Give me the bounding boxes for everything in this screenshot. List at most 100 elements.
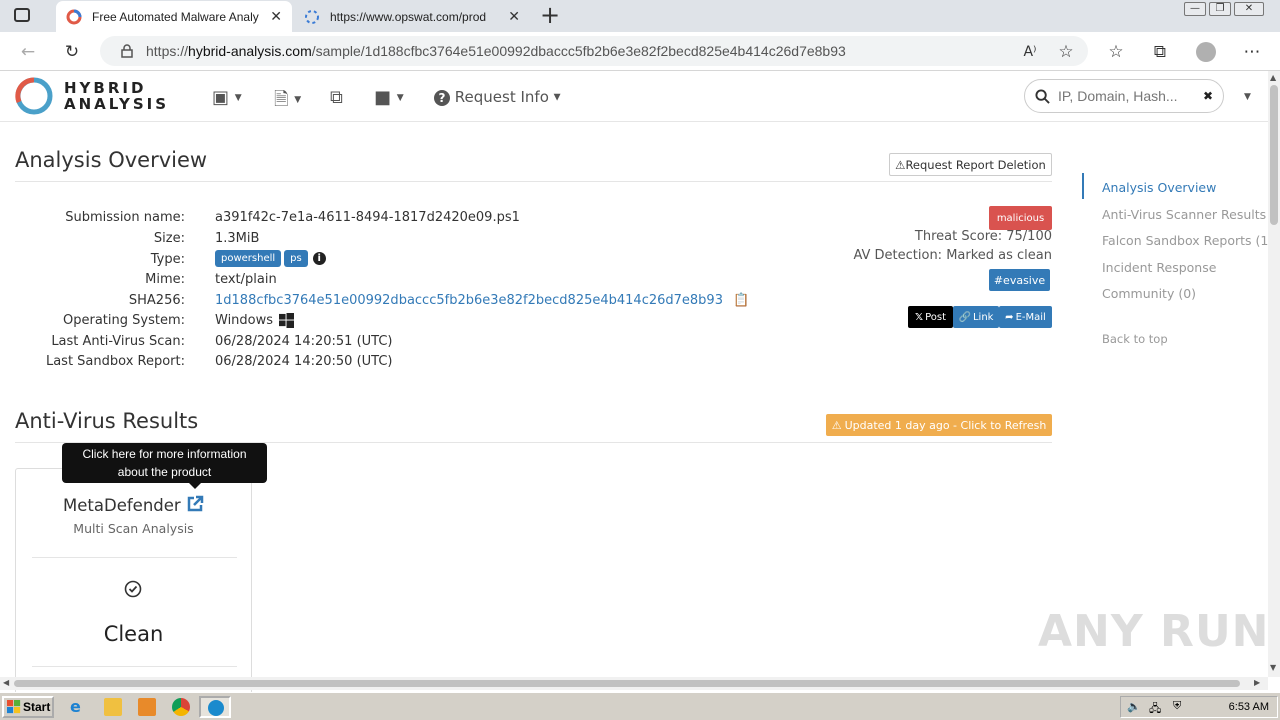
hybrid-analysis-logo-icon[interactable] <box>14 76 54 116</box>
copy-menu[interactable]: ⧉ <box>330 87 343 108</box>
type-value: powershell ps i <box>215 250 326 267</box>
back-to-top-link[interactable]: Back to top <box>1102 332 1168 346</box>
scroll-left-arrow[interactable]: ◀ <box>3 678 9 687</box>
refresh-button[interactable]: ⚠ Updated 1 day ago - Click to Refresh <box>826 414 1052 436</box>
tag-evasive[interactable]: #evasive <box>989 269 1050 291</box>
request-info-label: Request Info <box>454 88 549 106</box>
product-title[interactable]: MetaDefender <box>16 495 251 515</box>
browser-tab-bar: Free Automated Malware Analy ✕ https://w… <box>0 0 1280 32</box>
new-tab-button[interactable]: + <box>540 2 560 28</box>
logo-line1: HYBRID <box>64 79 147 97</box>
tab-title: Free Automated Malware Analy <box>92 9 259 24</box>
divider <box>15 181 1052 182</box>
lock-icon <box>121 44 133 58</box>
scroll-thumb[interactable] <box>14 680 1240 687</box>
request-deletion-button[interactable]: ⚠ Request Report Deletion <box>889 153 1052 176</box>
url-field[interactable]: https://hybrid-analysis.com/sample/1d188… <box>100 36 1088 66</box>
size-value: 1.3MiB <box>215 231 260 246</box>
info-icon[interactable]: i <box>312 252 326 265</box>
tab-opswat[interactable]: https://www.opswat.com/prod ✕ <box>294 1 530 32</box>
warning-icon: ⚠ <box>831 418 842 432</box>
favorites-icon[interactable]: ☆ <box>1104 40 1128 64</box>
chevron-down-icon: ▼ <box>553 92 561 103</box>
request-info-menu[interactable]: ? Request Info ▼ <box>434 88 561 106</box>
media-player-icon[interactable] <box>138 698 156 716</box>
read-aloud-icon[interactable]: A⁾ <box>1018 40 1042 64</box>
mime-label: Mime: <box>145 272 185 287</box>
start-button[interactable]: Start <box>2 696 54 718</box>
tab-actions-icon[interactable] <box>14 8 30 22</box>
hybrid-analysis-favicon <box>66 9 82 24</box>
url-scheme: https:// <box>146 43 189 59</box>
sha256-link[interactable]: 1d188cfbc3764e51e00992dbaccc5fb2b6e3e82f… <box>215 293 749 308</box>
search-field[interactable]: IP, Domain, Hash... ✖ <box>1024 79 1224 113</box>
sha256-value[interactable]: 1d188cfbc3764e51e00992dbaccc5fb2b6e3e82f… <box>215 293 723 308</box>
external-link-icon[interactable] <box>186 495 204 513</box>
sidenav-analysis-overview[interactable]: Analysis Overview <box>1102 180 1216 195</box>
product-info-tooltip: Click here for more information about th… <box>62 443 267 483</box>
folder-menu[interactable]: ■ ▼ <box>374 87 404 108</box>
submit-menu[interactable]: 🗎 ▼ <box>274 87 301 117</box>
sidenav-av-scanner-results[interactable]: Anti-Virus Scanner Results <box>1102 207 1266 222</box>
chevron-down-icon: ▼ <box>396 93 404 103</box>
tab-hybrid-analysis[interactable]: Free Automated Malware Analy ✕ <box>56 1 292 32</box>
sandbox-menu[interactable]: ▣ ▼ <box>212 87 242 108</box>
refresh-icon[interactable]: ↻ <box>60 40 84 64</box>
close-tab-icon[interactable]: ✕ <box>508 8 520 25</box>
profile-avatar[interactable] <box>1194 40 1218 64</box>
back-icon[interactable]: ← <box>16 40 40 64</box>
explorer-icon[interactable] <box>104 698 122 716</box>
windows-flag-icon <box>7 700 21 714</box>
sidenav-falcon-sandbox[interactable]: Falcon Sandbox Reports (1) <box>1102 233 1273 248</box>
antivirus-title: Anti-Virus Results <box>15 409 199 433</box>
clipboard-icon[interactable]: 📋 <box>733 293 749 308</box>
product-name[interactable]: MetaDefender <box>63 496 181 515</box>
site-header: HYBRID ANALYSIS ▣ ▼ 🗎 ▼ ⧉ ■ ▼ ? Request … <box>0 71 1268 122</box>
os-name: Windows <box>215 313 274 328</box>
clear-search-icon[interactable]: ✖ <box>1203 89 1213 103</box>
check-circle-icon <box>124 580 142 598</box>
restore-button[interactable]: ❐ <box>1209 2 1231 16</box>
chrome-icon[interactable] <box>172 698 190 716</box>
scroll-thumb[interactable] <box>1270 85 1278 225</box>
url-domain: hybrid-analysis.com <box>188 43 312 59</box>
sidenav-community[interactable]: Community (0) <box>1102 286 1196 301</box>
scroll-right-arrow[interactable]: ▶ <box>1254 678 1260 687</box>
share-email-label: E-Mail <box>1015 311 1046 323</box>
file-upload-icon: 🗎 <box>274 89 289 110</box>
mime-value: text/plain <box>215 272 277 287</box>
type-badge-ps[interactable]: ps <box>284 250 308 267</box>
os-label: Operating System: <box>63 313 185 328</box>
x-logo-icon: 𝕏 <box>915 311 924 323</box>
minimize-button[interactable]: — <box>1184 2 1206 16</box>
shield-icon[interactable]: ⛨ <box>1173 700 1181 713</box>
ie-icon[interactable]: e <box>70 698 88 716</box>
scroll-up-arrow[interactable]: ▲ <box>1270 73 1276 82</box>
divider <box>32 557 237 558</box>
share-icon: ➦ <box>1005 311 1014 323</box>
add-favorite-icon[interactable]: ☆ <box>1054 40 1078 64</box>
share-post-button[interactable]: 𝕏 Post <box>908 306 953 328</box>
edge-taskbar-button[interactable] <box>199 696 231 718</box>
question-circle-icon: ? <box>434 90 450 106</box>
share-link-button[interactable]: 🔗 Link <box>953 306 999 328</box>
close-window-button[interactable]: ✕ <box>1234 2 1264 16</box>
volume-icon[interactable]: 🔈 <box>1127 700 1141 713</box>
vertical-scrollbar[interactable]: ▲ ▼ <box>1268 71 1280 677</box>
sha256-label: SHA256: <box>128 293 185 308</box>
more-options-icon[interactable]: ⋯ <box>1240 40 1264 64</box>
clock[interactable]: 6:53 AM <box>1229 701 1269 713</box>
close-tab-icon[interactable]: ✕ <box>270 8 282 25</box>
share-email-button[interactable]: ➦ E-Mail <box>999 306 1052 328</box>
sidenav-incident-response[interactable]: Incident Response <box>1102 260 1216 275</box>
scroll-down-arrow[interactable]: ▼ <box>1270 663 1276 672</box>
logo-text[interactable]: HYBRID ANALYSIS <box>64 80 169 112</box>
type-badge-powershell[interactable]: powershell <box>215 250 282 267</box>
warning-icon: ⚠ <box>895 157 906 172</box>
collections-icon[interactable]: ⧉ <box>1148 40 1172 64</box>
network-icon[interactable]: 🖧 <box>1149 700 1161 719</box>
chevron-down-icon[interactable]: ▼ <box>1244 92 1251 102</box>
tooltip-line1: Click here for more information <box>82 447 247 461</box>
av-detection: AV Detection: Marked as clean <box>853 248 1052 263</box>
horizontal-scrollbar[interactable]: ◀ ▶ <box>0 677 1268 690</box>
